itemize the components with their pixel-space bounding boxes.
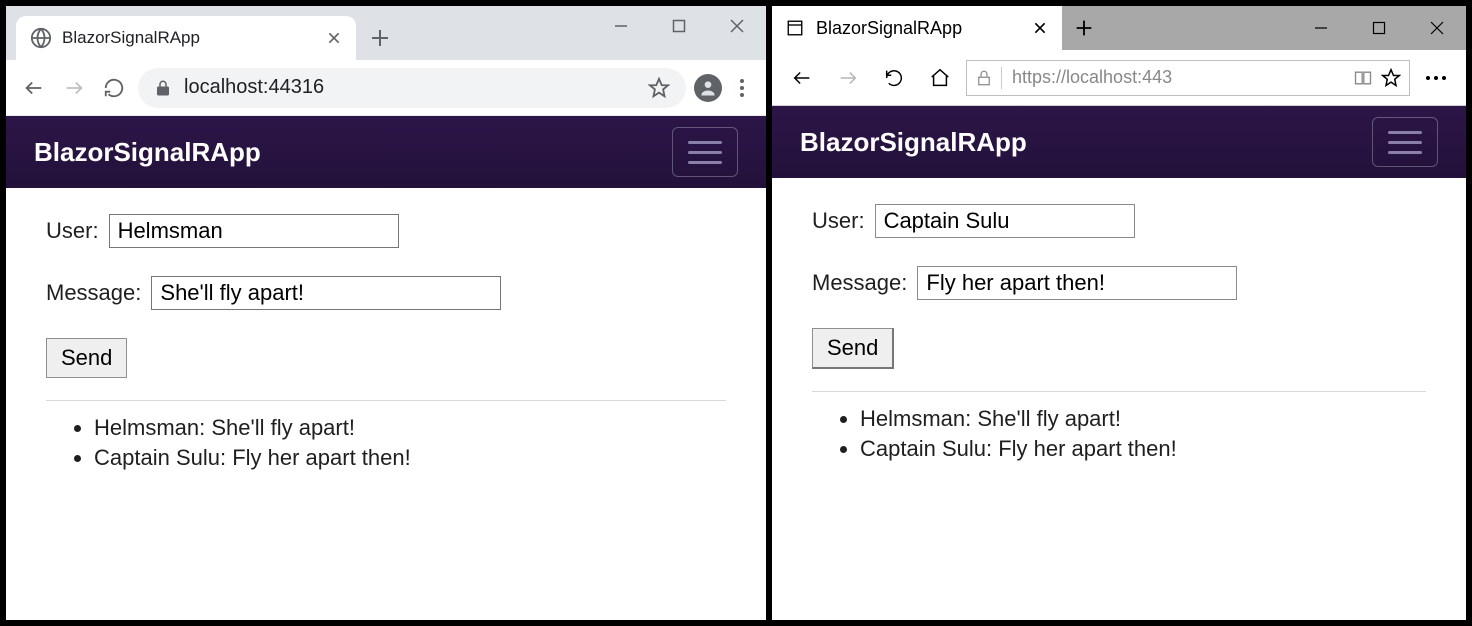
message-list: Helmsman: She'll fly apart! Captain Sulu… [812, 406, 1426, 462]
address-bar[interactable] [966, 60, 1410, 96]
edge-window: BlazorSignalRApp [772, 6, 1466, 620]
chat-form: User: Message: Send Helmsman: She'll fly… [772, 178, 1466, 492]
list-item: Captain Sulu: Fly her apart then! [860, 436, 1426, 462]
edge-toolbar [772, 50, 1466, 106]
tab-title: BlazorSignalRApp [62, 28, 200, 48]
user-input[interactable] [109, 214, 399, 248]
new-tab-button[interactable] [1062, 6, 1106, 50]
address-input[interactable] [1010, 66, 1345, 89]
app-navbar: BlazorSignalRApp [6, 116, 766, 188]
list-item: Helmsman: She'll fly apart! [94, 415, 726, 441]
message-input[interactable] [151, 276, 501, 310]
list-item: Helmsman: She'll fly apart! [860, 406, 1426, 432]
globe-icon [30, 27, 52, 49]
bookmark-icon[interactable] [648, 77, 670, 99]
user-label: User: [812, 208, 865, 234]
divider [46, 400, 726, 401]
maximize-button[interactable] [650, 6, 708, 46]
send-button[interactable]: Send [812, 328, 894, 369]
reload-button[interactable] [874, 58, 914, 98]
window-controls [1292, 6, 1466, 50]
close-window-button[interactable] [708, 6, 766, 46]
menu-button[interactable] [730, 79, 754, 97]
message-label: Message: [46, 280, 141, 306]
chrome-window: BlazorSignalRApp [6, 6, 766, 620]
reading-view-icon[interactable] [1353, 68, 1373, 88]
forward-button[interactable] [828, 58, 868, 98]
close-icon[interactable] [1032, 20, 1048, 36]
app-brand: BlazorSignalRApp [800, 127, 1027, 158]
edge-tabstrip: BlazorSignalRApp [772, 6, 1466, 50]
app-brand: BlazorSignalRApp [34, 137, 261, 168]
page-icon [786, 19, 804, 37]
list-item: Captain Sulu: Fly her apart then! [94, 445, 726, 471]
address-input[interactable] [182, 75, 638, 100]
browser-tab[interactable]: BlazorSignalRApp [16, 16, 356, 60]
home-button[interactable] [920, 58, 960, 98]
lock-icon [975, 69, 993, 87]
chrome-toolbar [6, 60, 766, 116]
divider [812, 391, 1426, 392]
menu-button[interactable] [1416, 76, 1456, 80]
minimize-button[interactable] [1292, 6, 1350, 50]
app-navbar: BlazorSignalRApp [772, 106, 1466, 178]
close-icon[interactable] [326, 30, 342, 46]
new-tab-button[interactable] [362, 20, 398, 56]
message-list: Helmsman: She'll fly apart! Captain Sulu… [46, 415, 726, 471]
browser-tab[interactable]: BlazorSignalRApp [772, 6, 1062, 50]
close-window-button[interactable] [1408, 6, 1466, 50]
hamburger-button[interactable] [672, 127, 738, 177]
window-controls [592, 6, 766, 46]
chat-form: User: Message: Send Helmsman: She'll fly… [6, 188, 766, 501]
forward-button[interactable] [58, 72, 90, 104]
maximize-button[interactable] [1350, 6, 1408, 50]
chrome-tabstrip: BlazorSignalRApp [6, 6, 766, 60]
back-button[interactable] [782, 58, 822, 98]
address-bar[interactable] [138, 68, 686, 108]
reload-button[interactable] [98, 72, 130, 104]
separator [1001, 67, 1002, 89]
bookmark-icon[interactable] [1381, 68, 1401, 88]
lock-icon [154, 79, 172, 97]
profile-avatar[interactable] [694, 74, 722, 102]
tab-title: BlazorSignalRApp [816, 18, 962, 39]
user-input[interactable] [875, 204, 1135, 238]
user-label: User: [46, 218, 99, 244]
minimize-button[interactable] [592, 6, 650, 46]
back-button[interactable] [18, 72, 50, 104]
hamburger-button[interactable] [1372, 117, 1438, 167]
message-input[interactable] [917, 266, 1237, 300]
message-label: Message: [812, 270, 907, 296]
send-button[interactable]: Send [46, 338, 127, 378]
